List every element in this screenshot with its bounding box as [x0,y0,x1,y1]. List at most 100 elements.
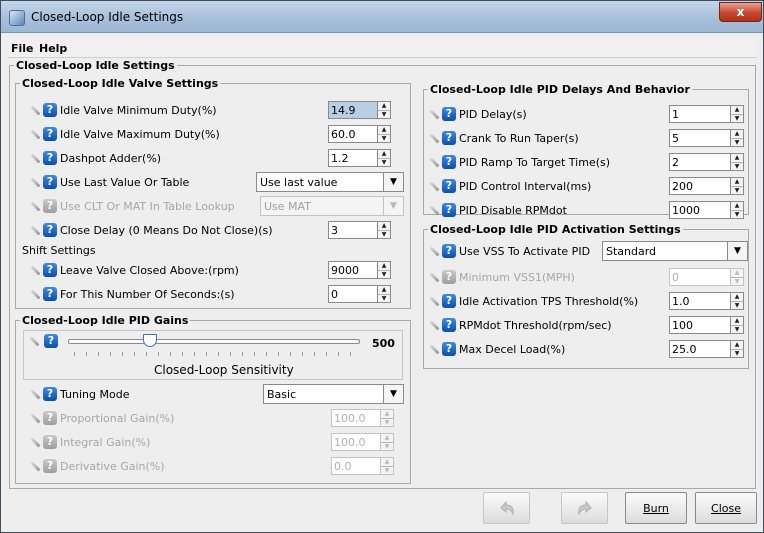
help-icon[interactable]: ? [43,287,57,301]
spin-down-icon[interactable]: ▼ [731,163,743,171]
help-icon[interactable]: ? [442,342,456,356]
menu-help[interactable]: Help [39,42,67,55]
help-icon[interactable]: ? [442,107,456,121]
help-icon[interactable]: ? [44,334,58,348]
outer-group-title: Closed-Loop Idle Settings [16,59,175,72]
spin-up-icon[interactable]: ▲ [378,102,390,111]
help-icon[interactable]: ? [43,103,57,117]
window-close-button[interactable]: x [719,2,762,22]
pid-delays-group: Closed-Loop Idle PID Delays And Behavior [423,83,749,215]
spin-down-icon[interactable]: ▼ [731,139,743,147]
spin-up-icon[interactable]: ▲ [378,126,390,135]
close-delay-label: Close Delay (0 Means Do Not Close)(s) [60,223,273,237]
rpmdot-threshold-input[interactable] [669,316,731,334]
spin-up-icon[interactable]: ▲ [378,262,390,271]
dropdown-arrow-icon: ▼ [383,197,403,215]
spin-up-icon[interactable]: ▲ [731,341,743,350]
disable-rpmdot-input[interactable] [669,201,731,219]
spin-down-icon[interactable]: ▼ [731,326,743,334]
pid-delay-input[interactable] [669,105,731,123]
dropdown-arrow-icon: ▼ [727,242,747,260]
spin-up-icon[interactable]: ▲ [378,150,390,159]
sensitivity-slider-panel: ? 500 Closed-Loop Sensitivity [23,330,403,380]
spin-up-icon[interactable]: ▲ [731,106,743,115]
help-icon[interactable]: ? [43,223,57,237]
crank-taper-input[interactable] [669,129,731,147]
pencil-icon [427,178,443,194]
pencil-icon [28,150,44,166]
help-icon[interactable]: ? [442,155,456,169]
help-icon[interactable]: ? [442,131,456,145]
dropdown-arrow-icon: ▼ [383,173,403,191]
spin-up-icon[interactable]: ▲ [731,178,743,187]
spin-up-icon[interactable]: ▲ [731,202,743,211]
proportional-spinner: ▲▼ [331,409,394,427]
help-icon[interactable]: ? [442,244,456,258]
proportional-row: ? Proportional Gain(%) [30,409,174,427]
pid-delays-title: Closed-Loop Idle PID Delays And Behavior [430,83,690,96]
help-icon[interactable]: ? [442,318,456,332]
spin-up-icon: ▲ [381,410,393,419]
max-decel-input[interactable] [669,340,731,358]
help-icon[interactable]: ? [43,175,57,189]
close-delay-input[interactable] [328,221,378,239]
spin-down-icon[interactable]: ▼ [731,350,743,358]
spin-down-icon[interactable]: ▼ [731,211,743,219]
spin-down-icon[interactable]: ▼ [731,302,743,310]
slider-thumb[interactable] [142,334,157,347]
spin-down-icon[interactable]: ▼ [378,295,390,303]
help-icon[interactable]: ? [43,263,57,277]
tps-threshold-input[interactable] [669,292,731,310]
use-vss-dropdown[interactable]: Standard ▼ [602,241,748,261]
pencil-icon [427,341,443,357]
tuning-mode-dropdown[interactable]: Basic ▼ [263,384,404,404]
spin-up-icon[interactable]: ▲ [378,286,390,295]
spin-down-icon[interactable]: ▼ [731,187,743,195]
redo-button [561,492,608,524]
control-interval-input[interactable] [669,177,731,195]
help-icon[interactable]: ? [442,294,456,308]
leave-closed-row: ? Leave Valve Closed Above:(rpm) [30,261,239,279]
burn-button[interactable]: Burn [625,492,687,524]
spin-down-icon[interactable]: ▼ [378,135,390,143]
help-icon[interactable]: ? [43,151,57,165]
pencil-icon [28,434,44,450]
clt-mat-row: ? Use CLT Or MAT In Table Lookup [30,197,235,215]
dashpot-row: ? Dashpot Adder(%) [30,149,161,167]
help-icon[interactable]: ? [43,387,57,401]
spin-down-icon[interactable]: ▼ [731,115,743,123]
help-icon[interactable]: ? [43,127,57,141]
clt-mat-label: Use CLT Or MAT In Table Lookup [60,199,235,213]
dashpot-label: Dashpot Adder(%) [60,151,162,165]
use-last-dropdown[interactable]: Use last value ▼ [256,172,404,192]
close-button[interactable]: Close [695,492,757,524]
leave-closed-input[interactable] [328,261,378,279]
spin-up-icon[interactable]: ▲ [378,222,390,231]
help-icon: ? [442,270,456,284]
idle-min-label: Idle Valve Minimum Duty(%) [60,103,217,117]
for-seconds-input[interactable] [328,285,378,303]
pid-gains-title: Closed-Loop Idle PID Gains [22,314,189,327]
dashpot-input[interactable] [328,149,378,167]
pencil-icon [28,262,44,278]
spin-up-icon[interactable]: ▲ [731,130,743,139]
spin-up-icon[interactable]: ▲ [731,293,743,302]
slider-ticks [74,352,354,356]
spin-up-icon[interactable]: ▲ [731,317,743,326]
spin-down-icon[interactable]: ▼ [378,271,390,279]
idle-min-input[interactable] [328,101,378,119]
idle-max-input[interactable] [328,125,378,143]
tps-threshold-label: Idle Activation TPS Threshold(%) [459,294,639,308]
max-decel-spinner: ▲▼ [669,340,744,358]
help-icon[interactable]: ? [442,203,456,217]
spin-down-icon[interactable]: ▼ [378,159,390,167]
help-icon: ? [43,199,57,213]
idle-max-spinner: ▲▼ [328,125,391,143]
tuning-mode-value: Basic [267,387,297,401]
spin-down-icon[interactable]: ▼ [378,231,390,239]
spin-up-icon[interactable]: ▲ [731,154,743,163]
spin-down-icon[interactable]: ▼ [378,111,390,119]
menu-file[interactable]: File [11,42,34,55]
ramp-time-input[interactable] [669,153,731,171]
help-icon[interactable]: ? [442,179,456,193]
